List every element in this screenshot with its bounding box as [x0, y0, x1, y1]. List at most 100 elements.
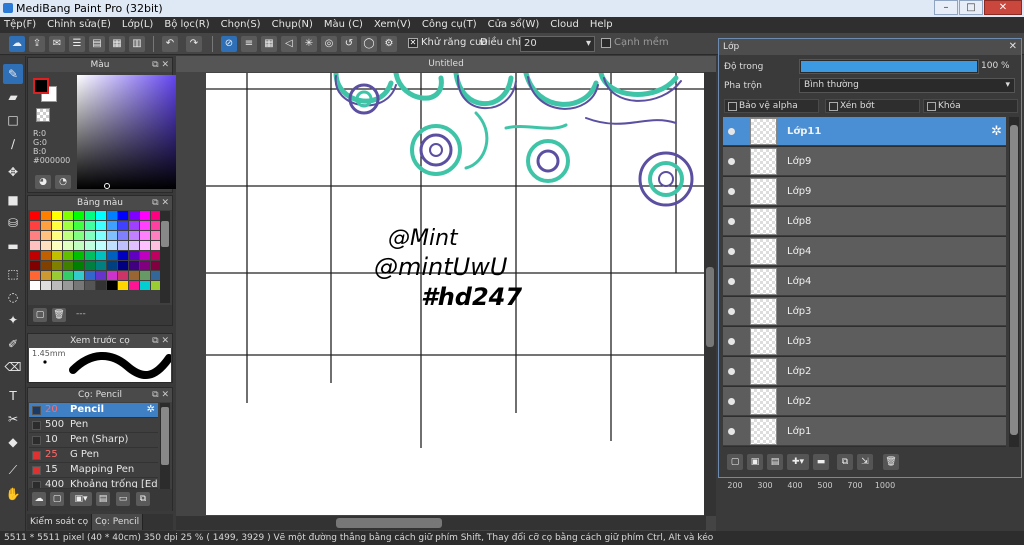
visibility-eye-icon[interactable] — [728, 338, 735, 345]
menu-cloud[interactable]: Cloud — [550, 17, 579, 33]
brush-item[interactable]: 10 Pen (Sharp) — [29, 433, 158, 448]
hand-tool-icon[interactable]: ✋ — [3, 484, 23, 504]
palette-swatch[interactable] — [96, 261, 106, 270]
sv-picker-knob[interactable] — [104, 183, 110, 189]
palette-swatch[interactable] — [63, 231, 73, 240]
parallel-snap-icon[interactable]: ≡ — [241, 36, 257, 52]
snap-off-icon[interactable]: ⊘ — [221, 36, 237, 52]
canvas-hscroll-thumb[interactable] — [336, 518, 442, 528]
layer-row[interactable]: Lớp9 — [723, 177, 1006, 206]
panel-controls-icon[interactable]: ⧉ ✕ — [152, 196, 169, 210]
share-icon[interactable]: ⇪ — [29, 36, 45, 52]
layer-row[interactable]: Lớp2 — [723, 357, 1006, 386]
palette-swatch[interactable] — [96, 231, 106, 240]
palette-swatch[interactable] — [118, 211, 128, 220]
menu-window[interactable]: Cửa sổ(W) — [488, 17, 540, 33]
size-preset[interactable]: 500 — [810, 479, 840, 493]
layer-row[interactable]: Lớp4 — [723, 267, 1006, 296]
visibility-eye-icon[interactable] — [728, 128, 735, 135]
layers-scroll-thumb[interactable] — [1010, 125, 1018, 435]
eraser-tool-icon[interactable]: ▰ — [3, 87, 23, 107]
brush-item[interactable]: 400 Khoảng trống [Edge I — [29, 478, 158, 489]
bucket-tool-icon[interactable]: ⛁ — [3, 213, 23, 233]
palette-swatch[interactable] — [118, 271, 128, 280]
select-tool-icon[interactable]: ⬚ — [3, 264, 23, 284]
palette-swatch[interactable] — [85, 251, 95, 260]
palette-swatch[interactable] — [52, 221, 62, 230]
palette-swatch[interactable] — [63, 241, 73, 250]
undo-icon[interactable]: ↶ — [162, 36, 178, 52]
blend-mode-select[interactable]: Bình thường ▾ — [799, 78, 1015, 93]
new-palette-icon[interactable]: ▢ — [33, 308, 47, 322]
palette-swatch[interactable] — [63, 281, 73, 290]
palette-swatch[interactable] — [129, 221, 139, 230]
maximize-button[interactable]: □ — [959, 0, 983, 15]
color-wheel-icon[interactable]: ◔ — [55, 175, 71, 189]
panel-controls-icon[interactable]: ⧉ ✕ — [152, 388, 169, 402]
palette-swatch[interactable] — [52, 251, 62, 260]
magic-wand-tool-icon[interactable]: ✦ — [3, 310, 23, 330]
palette-swatch[interactable] — [107, 231, 117, 240]
vanishing-point-icon[interactable]: ◁ — [281, 36, 297, 52]
palette-swatch[interactable] — [96, 271, 106, 280]
palette-swatch[interactable] — [85, 271, 95, 280]
minimize-button[interactable]: – — [934, 0, 958, 15]
palette-swatch[interactable] — [85, 261, 95, 270]
palette-swatch[interactable] — [107, 281, 117, 290]
palette-swatch[interactable] — [129, 251, 139, 260]
radial-snap-icon[interactable]: ✳ — [301, 36, 317, 52]
menu-select[interactable]: Chọn(S) — [221, 17, 261, 33]
palette-swatch[interactable] — [129, 261, 139, 270]
gear-icon[interactable]: ✲ — [991, 124, 1002, 139]
new-8bit-layer-icon[interactable]: ▤ — [767, 454, 783, 470]
palette-swatch[interactable] — [30, 281, 40, 290]
palette-swatch[interactable] — [118, 221, 128, 230]
layer-row[interactable]: Lớp4 — [723, 237, 1006, 266]
move-tool-icon[interactable]: ✥ — [3, 162, 23, 182]
close-button[interactable]: ✕ — [984, 0, 1022, 15]
fill-rect-tool-icon[interactable]: ■ — [3, 190, 23, 210]
palette-swatch[interactable] — [129, 231, 139, 240]
antialias-checkbox[interactable]: ✕ — [408, 38, 418, 48]
palette-swatch[interactable] — [118, 281, 128, 290]
brush-item[interactable]: 25 G Pen — [29, 448, 158, 463]
rectangle-tool-icon[interactable]: □ — [3, 110, 23, 130]
palette-swatch[interactable] — [63, 221, 73, 230]
layer-row[interactable]: Lớp1 — [723, 417, 1006, 446]
chat-icon[interactable]: ✉ — [49, 36, 65, 52]
palette-swatch[interactable] — [118, 231, 128, 240]
brush-item[interactable]: 500 Pen — [29, 418, 158, 433]
palette-swatch[interactable] — [41, 211, 51, 220]
palette-swatch[interactable] — [107, 261, 117, 270]
palette-swatch[interactable] — [74, 261, 84, 270]
size-preset[interactable]: 300 — [750, 479, 780, 493]
foreground-color-swatch[interactable] — [33, 78, 49, 94]
palette-swatch[interactable] — [140, 231, 150, 240]
saturation-value-picker[interactable] — [77, 75, 181, 189]
lasso-tool-icon[interactable]: ◌ — [3, 287, 23, 307]
palette-swatch[interactable] — [118, 261, 128, 270]
cross-snap-icon[interactable]: ▦ — [261, 36, 277, 52]
palette-swatch[interactable] — [52, 271, 62, 280]
palette-swatch[interactable] — [41, 231, 51, 240]
opacity-slider[interactable] — [799, 59, 979, 74]
select-eraser-tool-icon[interactable]: ⌫ — [3, 357, 23, 377]
palette-swatch[interactable] — [107, 221, 117, 230]
trash-icon[interactable]: 🗑 — [883, 454, 899, 470]
add-layer-menu-icon[interactable]: ✚▾ — [787, 454, 809, 470]
visibility-eye-icon[interactable] — [728, 398, 735, 405]
palette-swatch[interactable] — [63, 271, 73, 280]
palette-swatch[interactable] — [74, 251, 84, 260]
visibility-eye-icon[interactable] — [728, 368, 735, 375]
brush-item[interactable]: 15 Mapping Pen — [29, 463, 158, 478]
palette-swatch[interactable] — [41, 271, 51, 280]
duplicate-icon[interactable]: ⧉ — [136, 492, 150, 506]
canvas-vertical-scrollbar[interactable] — [704, 72, 716, 516]
page-icon[interactable]: ▤ — [89, 36, 105, 52]
menu-view[interactable]: Xem(V) — [374, 17, 411, 33]
visibility-eye-icon[interactable] — [728, 248, 735, 255]
smooth-edge-checkbox[interactable] — [601, 38, 611, 48]
layer-row[interactable]: Lớp9 — [723, 147, 1006, 176]
redo-icon[interactable]: ↷ — [186, 36, 202, 52]
gear-icon[interactable]: ✲ — [147, 403, 155, 417]
